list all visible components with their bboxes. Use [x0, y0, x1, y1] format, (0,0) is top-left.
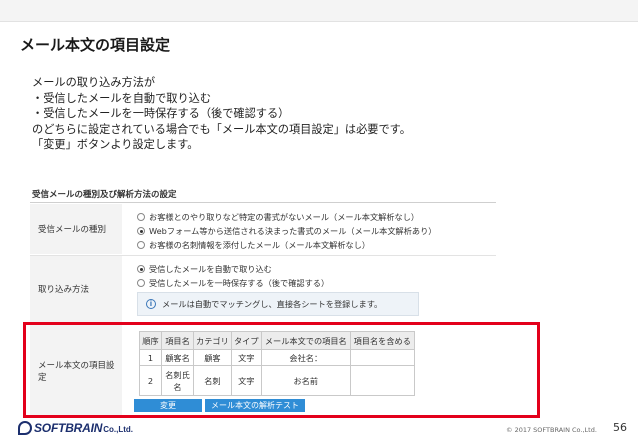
- import-option-auto[interactable]: 受信したメールを自動で取り込む: [137, 263, 272, 275]
- import-method-label: 取り込み方法: [30, 256, 122, 322]
- logo-sub: Co.,Ltd.: [103, 425, 133, 434]
- option-label: Webフォーム等から送信される決まった書式のメール（メール本文解析あり）: [149, 226, 437, 236]
- radio-button[interactable]: [137, 241, 145, 249]
- mail-type-option-2[interactable]: Webフォーム等から送信される決まった書式のメール（メール本文解析あり）: [137, 225, 436, 237]
- section-divider: [30, 202, 496, 203]
- settings-section-title: 受信メールの種別及び解析方法の設定: [32, 190, 177, 200]
- intro-text: メールの取り込み方法が ・受信したメールを自動で取り込む ・受信したメールを一時…: [32, 75, 411, 153]
- intro-line: メールの取り込み方法が: [32, 76, 156, 89]
- page-number: 56: [613, 421, 627, 434]
- slide-title: メール本文の項目設定: [20, 36, 171, 54]
- option-label: お客様の名刺情報を添付したメール（メール本文解析なし）: [149, 240, 371, 250]
- copyright: © 2017 SOFTBRAIN Co.,Ltd.: [506, 426, 597, 434]
- mail-type-option-3[interactable]: お客様の名刺情報を添付したメール（メール本文解析なし）: [137, 239, 370, 251]
- info-text: メールは自動でマッチングし、直接各シートを登録します。: [162, 299, 383, 309]
- logo-text: SOFTBRAIN: [34, 421, 103, 435]
- intro-line: ・受信したメールを一時保存する（後で確認する）: [32, 107, 290, 120]
- intro-line: ・受信したメールを自動で取り込む: [32, 91, 212, 105]
- radio-button-selected[interactable]: [137, 265, 145, 273]
- option-label: お客様とのやり取りなど特定の書式がないメール（メール本文解析なし）: [149, 212, 420, 222]
- highlight-frame: [23, 322, 540, 418]
- mail-type-label: 受信メールの種別: [30, 204, 122, 254]
- option-label: 受信したメールを自動で取り込む: [149, 264, 272, 274]
- radio-button[interactable]: [137, 213, 145, 221]
- radio-button[interactable]: [137, 279, 145, 287]
- logo-mark-icon: [18, 421, 32, 435]
- intro-line: のどちらに設定されている場合でも「メール本文の項目設定」は必要です。: [32, 122, 411, 136]
- option-label: 受信したメールを一時保存する（後で確認する）: [149, 278, 330, 288]
- intro-line: 「変更」ボタンより設定します。: [32, 138, 199, 151]
- top-bar: [0, 0, 638, 22]
- mail-type-option-1[interactable]: お客様とのやり取りなど特定の書式がないメール（メール本文解析なし）: [137, 211, 419, 223]
- import-option-temporary[interactable]: 受信したメールを一時保存する（後で確認する）: [137, 277, 329, 289]
- radio-button-selected[interactable]: [137, 227, 145, 235]
- info-message: i メールは自動でマッチングし、直接各シートを登録します。: [137, 292, 419, 316]
- info-icon: i: [146, 299, 156, 309]
- company-logo: SOFTBRAIN Co.,Ltd.: [18, 419, 133, 437]
